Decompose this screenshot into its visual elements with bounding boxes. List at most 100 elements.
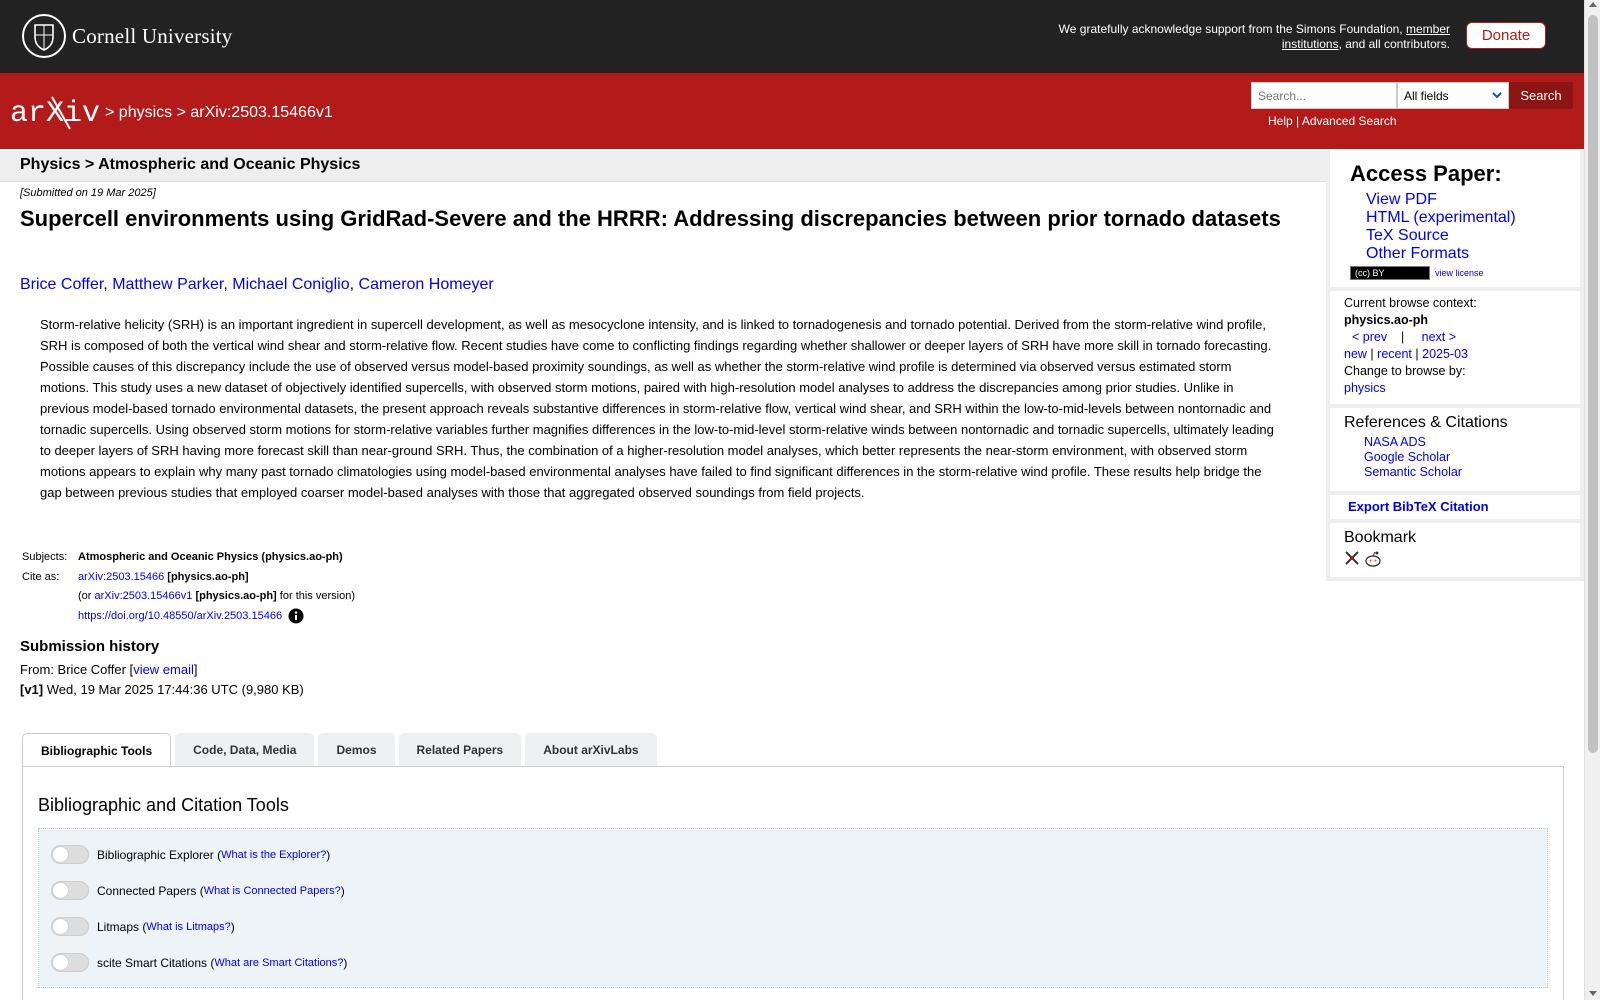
submission-date: [Submitted on 19 Mar 2025] (20, 187, 156, 199)
scroll-thumb[interactable] (1588, 15, 1598, 753)
support-text: We gratefully acknowledge support from t… (1030, 22, 1450, 52)
tool-row-scite: scite Smart Citations (What are Smart Ci… (51, 953, 347, 972)
tab-about-arxivlabs[interactable]: About arXivLabs (525, 733, 657, 766)
page-scrollbar[interactable] (1584, 0, 1600, 1000)
help-separator: | (1296, 114, 1300, 128)
author-link[interactable]: Matthew Parker (112, 276, 223, 293)
tool-help-link[interactable]: What is Litmaps? (146, 921, 230, 933)
version-tag: [v1] (20, 682, 44, 697)
author-link[interactable]: Brice Coffer (20, 276, 103, 293)
license-row: (cc) BY view license (1350, 266, 1564, 280)
arxiv-header: arXiv > physics > arXiv:2503.15466v1 All… (0, 73, 1584, 149)
references-box: References & Citations NASA ADS Google S… (1326, 408, 1584, 495)
next-link[interactable]: next > (1422, 330, 1456, 344)
author-link[interactable]: Michael Coniglio (232, 276, 349, 293)
litmaps-toggle[interactable] (51, 917, 89, 936)
tool-row-litmaps: Litmaps (What is Litmaps?) (51, 917, 235, 936)
advanced-search-link[interactable]: Advanced Search (1302, 114, 1397, 128)
prev-link[interactable]: < prev (1352, 330, 1387, 344)
view-email-link[interactable]: view email (133, 662, 194, 677)
view-pdf-link[interactable]: View PDF (1366, 191, 1437, 208)
reddit-icon[interactable] (1364, 550, 1382, 568)
cornell-seal-icon (22, 14, 66, 58)
browse-context-box: Current browse context: physics.ao-ph < … (1326, 291, 1584, 408)
scite-toggle[interactable] (51, 953, 89, 972)
author-separator: , (103, 276, 113, 293)
tab-code-data-media[interactable]: Code, Data, Media (175, 733, 315, 766)
search-field-value: All fields (1404, 88, 1449, 103)
month-link[interactable]: 2025-03 (1422, 347, 1468, 361)
arxiv-logo[interactable]: arXiv (10, 93, 100, 133)
subjects-value: Atmospheric and Oceanic Physics (physics… (78, 551, 343, 563)
tool-row-explorer: Bibliographic Explorer (What is the Expl… (51, 845, 330, 864)
access-links: View PDF HTML (experimental) TeX Source … (1366, 191, 1564, 263)
breadcrumb-separator: > (176, 104, 186, 121)
submitter-line: From: Brice Coffer [view email] (20, 662, 198, 677)
subject-header: Physics > Atmospheric and Oceanic Physic… (0, 151, 1328, 182)
tab-demos[interactable]: Demos (318, 733, 395, 766)
nav-separator: | (1415, 347, 1419, 361)
search-input[interactable] (1251, 82, 1397, 109)
breadcrumb-separator: > (105, 104, 115, 121)
browse-context-value: physics.ao-ph (1344, 313, 1429, 327)
support-text-pre: We gratefully acknowledge support from t… (1058, 22, 1403, 36)
semantic-scholar-link[interactable]: Semantic Scholar (1364, 465, 1462, 479)
tool-help-link[interactable]: What is Connected Papers? (204, 885, 341, 897)
other-formats-link[interactable]: Other Formats (1366, 245, 1469, 262)
view-license-link[interactable]: view license (1435, 268, 1484, 278)
export-bibtex-link[interactable]: Export BibTeX Citation (1348, 499, 1489, 514)
google-scholar-link[interactable]: Google Scholar (1364, 450, 1450, 464)
top-bar: Cornell University We gratefully acknowl… (0, 0, 1584, 73)
tex-source-link[interactable]: TeX Source (1366, 227, 1449, 244)
author-separator: , (349, 276, 359, 293)
scroll-up-icon[interactable] (1589, 2, 1597, 7)
nasa-ads-link[interactable]: NASA ADS (1364, 435, 1426, 449)
recent-link[interactable]: recent (1377, 347, 1412, 361)
browse-context-label: Current browse context: (1344, 296, 1477, 310)
access-paper-heading: Access Paper: (1350, 161, 1502, 186)
chevron-down-icon (1492, 92, 1502, 99)
tools-heading: Bibliographic and Citation Tools (38, 795, 289, 815)
connected-papers-toggle[interactable] (51, 881, 89, 900)
tab-bibliographic-tools[interactable]: Bibliographic Tools (22, 733, 172, 767)
cite-version-link[interactable]: arXiv:2503.15466v1 (95, 590, 193, 602)
breadcrumb-paper-id: arXiv:2503.15466v1 (190, 104, 333, 121)
search-button[interactable]: Search (1509, 82, 1573, 109)
university-name: Cornell University (72, 23, 233, 48)
scroll-down-icon[interactable] (1589, 991, 1597, 996)
cite-category: [physics.ao-ph] (167, 570, 249, 583)
access-paper-box: Access Paper: View PDF HTML (experimenta… (1326, 151, 1584, 291)
cite-label: Cite as: (22, 570, 60, 583)
nav-separator: | (1370, 347, 1374, 361)
donate-button[interactable]: Donate (1466, 22, 1546, 49)
bibsonomy-icon[interactable] (1344, 550, 1360, 566)
bibtex-box: Export BibTeX Citation (1326, 495, 1584, 523)
html-link[interactable]: HTML (experimental) (1366, 209, 1516, 226)
new-link[interactable]: new (1344, 347, 1367, 361)
cite-row: Cite as: arXiv:2503.15466 [physics.ao-ph… (22, 568, 355, 588)
author-link[interactable]: Cameron Homeyer (359, 276, 494, 293)
cc-license-badge[interactable]: (cc) BY (1350, 266, 1430, 280)
cite-version-row: (or arXiv:2503.15466v1 [physics.ao-ph] f… (22, 587, 355, 607)
cite-id-link[interactable]: arXiv:2503.15466 (78, 571, 164, 583)
support-text-post: , and all contributors. (1338, 37, 1450, 51)
help-link[interactable]: Help (1268, 114, 1293, 128)
tool-label: scite Smart Citations (97, 955, 208, 970)
sidebar: Access Paper: View PDF HTML (experimenta… (1326, 151, 1584, 581)
tool-label: Bibliographic Explorer (97, 847, 214, 862)
doi-row: https://doi.org/10.48550/arXiv.2503.1546… (22, 607, 355, 627)
browse-physics-link[interactable]: physics (1344, 381, 1386, 395)
doi-link[interactable]: https://doi.org/10.48550/arXiv.2503.1546… (78, 607, 282, 627)
search-field-select[interactable]: All fields (1397, 82, 1509, 109)
tab-related-papers[interactable]: Related Papers (398, 733, 522, 766)
tool-help-link[interactable]: What are Smart Citations? (214, 957, 343, 969)
breadcrumb-physics[interactable]: physics (119, 104, 172, 121)
bookmark-box: Bookmark (1326, 523, 1584, 581)
subjects-label: Subjects: (22, 551, 68, 563)
cite-or: (or (78, 590, 92, 602)
info-icon[interactable] (288, 608, 304, 624)
help-links: Help | Advanced Search (1268, 114, 1397, 128)
tool-help-link[interactable]: What is the Explorer? (221, 849, 326, 861)
cornell-logo[interactable]: Cornell University (22, 14, 233, 58)
explorer-toggle[interactable] (51, 845, 89, 864)
